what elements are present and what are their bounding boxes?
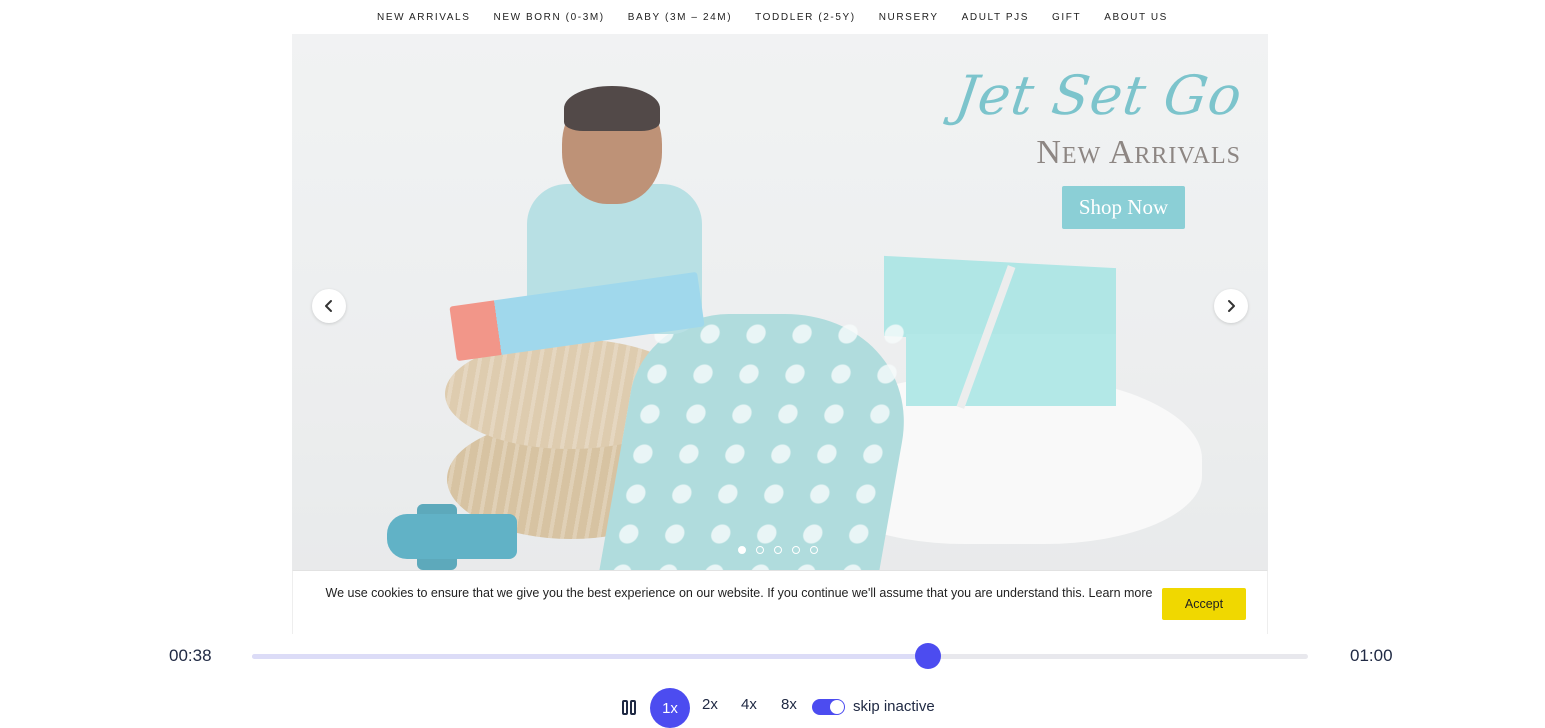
- nav-item-baby[interactable]: BABY (3M – 24M): [628, 12, 732, 23]
- slider-dot[interactable]: [810, 546, 818, 554]
- nav-item-nursery[interactable]: NURSERY: [879, 12, 939, 23]
- accept-cookies-button[interactable]: Accept: [1162, 588, 1246, 620]
- pause-icon: [622, 700, 628, 715]
- nav-item-new-born[interactable]: NEW BORN (0-3M): [494, 12, 605, 23]
- speed-4x-button[interactable]: 4x: [741, 696, 757, 713]
- gift-box-bottom: [906, 334, 1116, 406]
- shop-now-button[interactable]: Shop Now: [1062, 186, 1185, 229]
- slider-dot[interactable]: [738, 546, 746, 554]
- nav-item-gift[interactable]: GIFT: [1052, 12, 1081, 23]
- learn-more-link[interactable]: Learn more: [1089, 586, 1153, 600]
- chevron-left-icon: [325, 300, 332, 312]
- current-time: 00:38: [169, 646, 212, 665]
- player-controls: 1x 2x 4x 8x skip inactive: [0, 688, 1545, 728]
- skip-inactive-toggle[interactable]: [812, 699, 845, 715]
- hero-slider: Jet Set Go New Arrivals Shop Now: [292, 34, 1268, 570]
- nav-item-about-us[interactable]: ABOUT US: [1104, 12, 1168, 23]
- playback-scrubber-handle[interactable]: [914, 643, 941, 669]
- chevron-right-icon: [1228, 300, 1235, 312]
- slider-prev-button[interactable]: [312, 289, 346, 323]
- total-time: 01:00: [1350, 646, 1393, 665]
- cookie-banner: We use cookies to ensure that we give yo…: [292, 570, 1268, 634]
- slider-dot[interactable]: [756, 546, 764, 554]
- slider-pagination: [738, 546, 818, 554]
- playback-progress-track[interactable]: [252, 654, 1308, 659]
- slider-dot[interactable]: [792, 546, 800, 554]
- airplane-blanket: [599, 314, 925, 570]
- speed-1x-button[interactable]: 1x: [650, 688, 690, 728]
- hero-subtitle: New Arrivals: [1036, 134, 1241, 171]
- nav-item-toddler[interactable]: TODDLER (2-5Y): [755, 12, 856, 23]
- hero-title: Jet Set Go: [951, 64, 1247, 127]
- slider-next-button[interactable]: [1214, 289, 1248, 323]
- speed-2x-button[interactable]: 2x: [702, 696, 718, 713]
- skip-inactive-label: skip inactive: [853, 698, 935, 715]
- slider-dot[interactable]: [774, 546, 782, 554]
- top-navigation: NEW ARRIVALS NEW BORN (0-3M) BABY (3M – …: [0, 0, 1545, 34]
- nav-item-adult-pjs[interactable]: ADULT PJS: [962, 12, 1029, 23]
- cookie-message: We use cookies to ensure that we give yo…: [325, 586, 1153, 600]
- playback-progress-fill: [252, 654, 928, 659]
- pause-button[interactable]: [621, 700, 637, 716]
- toy-plane: [387, 514, 517, 559]
- baby-hair: [564, 86, 660, 131]
- nav-item-new-arrivals[interactable]: NEW ARRIVALS: [377, 12, 470, 23]
- speed-8x-button[interactable]: 8x: [781, 696, 797, 713]
